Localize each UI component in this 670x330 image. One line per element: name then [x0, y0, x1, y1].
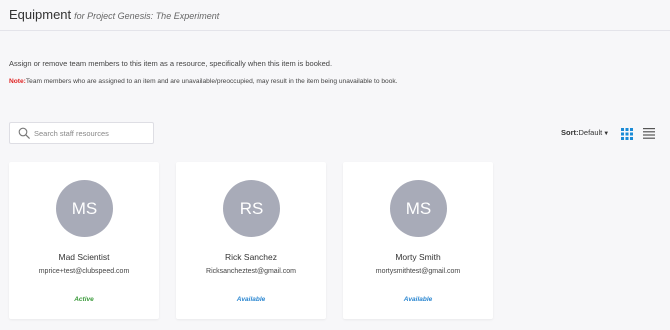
chevron-down-icon: ▼: [603, 131, 610, 137]
avatar: MS: [56, 180, 113, 237]
staff-name: Morty Smith: [395, 252, 441, 262]
staff-email: Ricksancheztest@gmail.com: [206, 268, 296, 275]
staff-email: mortysmithtest@gmail.com: [375, 268, 461, 275]
note-label: Note:: [9, 78, 26, 85]
staff-name: Mad Scientist: [58, 252, 110, 262]
search-box[interactable]: [9, 122, 154, 144]
list-view-icon[interactable]: [643, 128, 655, 139]
grid-view-icon[interactable]: [621, 128, 633, 140]
avatar: RS: [223, 180, 280, 237]
sort-dropdown[interactable]: Sort:Default▼: [561, 128, 609, 137]
note-text: Note:Team members who are assigned to an…: [9, 78, 398, 85]
avatar: MS: [390, 180, 447, 237]
staff-name: Rick Sanchez: [225, 252, 277, 262]
search-input[interactable]: [34, 126, 150, 140]
staff-card[interactable]: MS Mad Scientist mprice+test@clubspeed.c…: [9, 162, 159, 319]
status-badge[interactable]: Available: [343, 296, 493, 303]
staff-email: mprice+test@clubspeed.com: [38, 268, 130, 275]
sort-label: Sort:: [561, 128, 579, 137]
status-badge[interactable]: Available: [176, 296, 326, 303]
search-icon: [18, 127, 30, 139]
page-subtitle: for Project Genesis: The Experiment: [74, 11, 220, 21]
page-title: Equipment for Project Genesis: The Experi…: [9, 7, 219, 22]
page-header: Equipment for Project Genesis: The Experi…: [0, 0, 670, 31]
staff-card[interactable]: MS Morty Smith mortysmithtest@gmail.com …: [343, 162, 493, 319]
note-body: Team members who are assigned to an item…: [25, 78, 398, 85]
sort-value: Default: [578, 128, 603, 137]
page-title-text: Equipment: [9, 7, 72, 22]
status-badge[interactable]: Active: [9, 296, 159, 303]
staff-card[interactable]: RS Rick Sanchez Ricksancheztest@gmail.co…: [176, 162, 326, 319]
description-text: Assign or remove team members to this it…: [9, 59, 333, 68]
